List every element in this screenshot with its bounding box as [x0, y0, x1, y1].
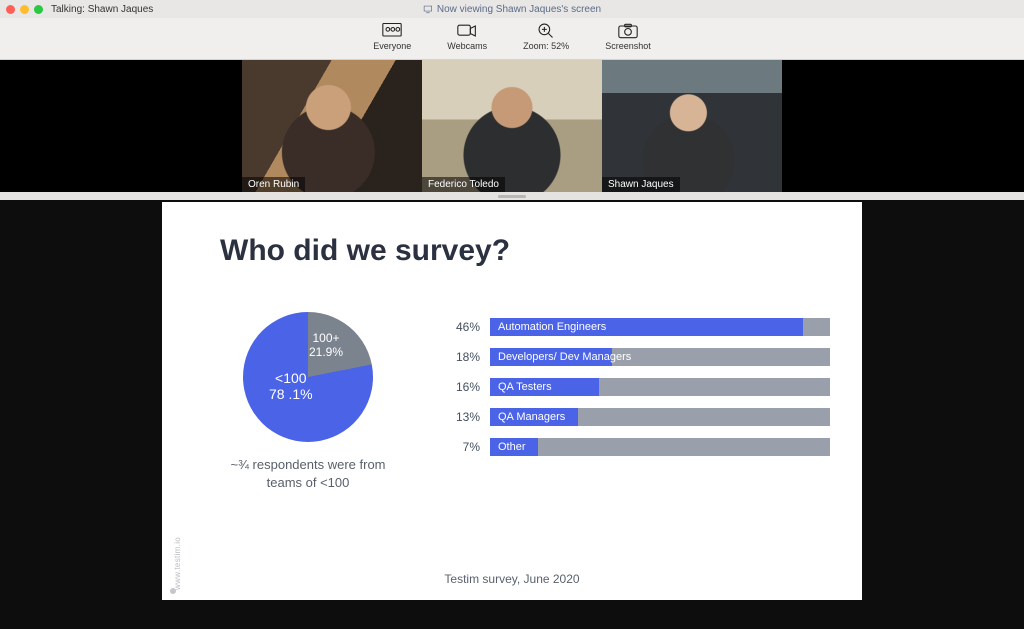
people-grid-icon — [382, 22, 402, 40]
zoom-label: Zoom: 52% — [523, 41, 569, 51]
bar-value: 16% — [450, 380, 480, 394]
bar-label: QA Testers — [498, 378, 552, 396]
close-window-button[interactable] — [6, 5, 15, 14]
viewing-text: Now viewing Shawn Jaques's screen — [437, 4, 601, 15]
drag-handle-icon — [498, 195, 526, 198]
bar-label: Automation Engineers — [498, 318, 606, 336]
bar-row: 18% Developers/ Dev Managers — [450, 348, 830, 366]
minimize-window-button[interactable] — [20, 5, 29, 14]
pane-divider[interactable] — [0, 192, 1024, 200]
everyone-button[interactable]: Everyone — [373, 21, 411, 51]
participant-tile-active[interactable]: Shawn Jaques — [602, 60, 782, 192]
bar-value: 13% — [450, 410, 480, 424]
camera-icon — [618, 22, 638, 40]
everyone-label: Everyone — [373, 41, 411, 51]
bar-value: 7% — [450, 440, 480, 454]
screenshot-label: Screenshot — [605, 41, 651, 51]
camera-strip: Oren Rubin Federico Toledo Shawn Jaques — [0, 60, 1024, 192]
talking-prefix: Talking: — [51, 4, 85, 15]
webcam-icon — [457, 22, 477, 40]
decorative-dot — [170, 588, 176, 594]
shared-screen-area: Who did we survey? 100+ 21.9% <100 78 .1… — [0, 200, 1024, 629]
zoom-in-icon — [536, 22, 556, 40]
webcams-label: Webcams — [447, 41, 487, 51]
bar-row: 13% QA Managers — [450, 408, 830, 426]
window-controls — [0, 5, 43, 14]
share-toolbar: Everyone Webcams Zoom: 52% Screenshot — [0, 18, 1024, 60]
participant-tile[interactable]: Federico Toledo — [422, 60, 602, 192]
webcams-button[interactable]: Webcams — [447, 21, 487, 51]
maximize-window-button[interactable] — [34, 5, 43, 14]
slide-credit: www.testim.io — [173, 537, 182, 590]
bar-row: 7% Other — [450, 438, 830, 456]
bar-label: Other — [498, 438, 526, 456]
pie-slice-label: 100+ 21.9% — [309, 332, 343, 360]
bar-label: Developers/ Dev Managers — [498, 348, 631, 366]
participant-name: Federico Toledo — [422, 177, 505, 192]
talking-indicator: Talking: Shawn Jaques — [51, 4, 153, 15]
bar-value: 18% — [450, 350, 480, 364]
screen-share-icon — [423, 4, 433, 14]
bar-value: 46% — [450, 320, 480, 334]
bar-row: 46% Automation Engineers — [450, 318, 830, 336]
screenshot-button[interactable]: Screenshot — [605, 21, 651, 51]
participant-video — [242, 60, 422, 192]
pie-caption: ~¾ respondents were from teams of <100 — [228, 456, 388, 491]
bar-chart: 46% Automation Engineers 18% Developers/… — [450, 318, 830, 456]
slide-title: Who did we survey? — [220, 234, 510, 268]
pie-slice-label: <100 78 .1% — [269, 370, 313, 402]
window-titlebar: Talking: Shawn Jaques Now viewing Shawn … — [0, 0, 1024, 18]
talking-name: Shawn Jaques — [88, 4, 154, 15]
participant-name: Shawn Jaques — [602, 177, 680, 192]
slide: Who did we survey? 100+ 21.9% <100 78 .1… — [162, 202, 862, 600]
bar-row: 16% QA Testers — [450, 378, 830, 396]
participant-tile[interactable]: Oren Rubin — [242, 60, 422, 192]
pie-chart-block: 100+ 21.9% <100 78 .1% ~¾ respondents we… — [228, 312, 388, 491]
participant-video — [602, 60, 782, 192]
bar-label: QA Managers — [498, 408, 565, 426]
zoom-button[interactable]: Zoom: 52% — [523, 21, 569, 51]
pie-chart: 100+ 21.9% <100 78 .1% — [243, 312, 373, 442]
slide-footer: Testim survey, June 2020 — [444, 572, 579, 586]
viewing-indicator: Now viewing Shawn Jaques's screen — [423, 4, 601, 15]
participant-name: Oren Rubin — [242, 177, 305, 192]
participant-video — [422, 60, 602, 192]
